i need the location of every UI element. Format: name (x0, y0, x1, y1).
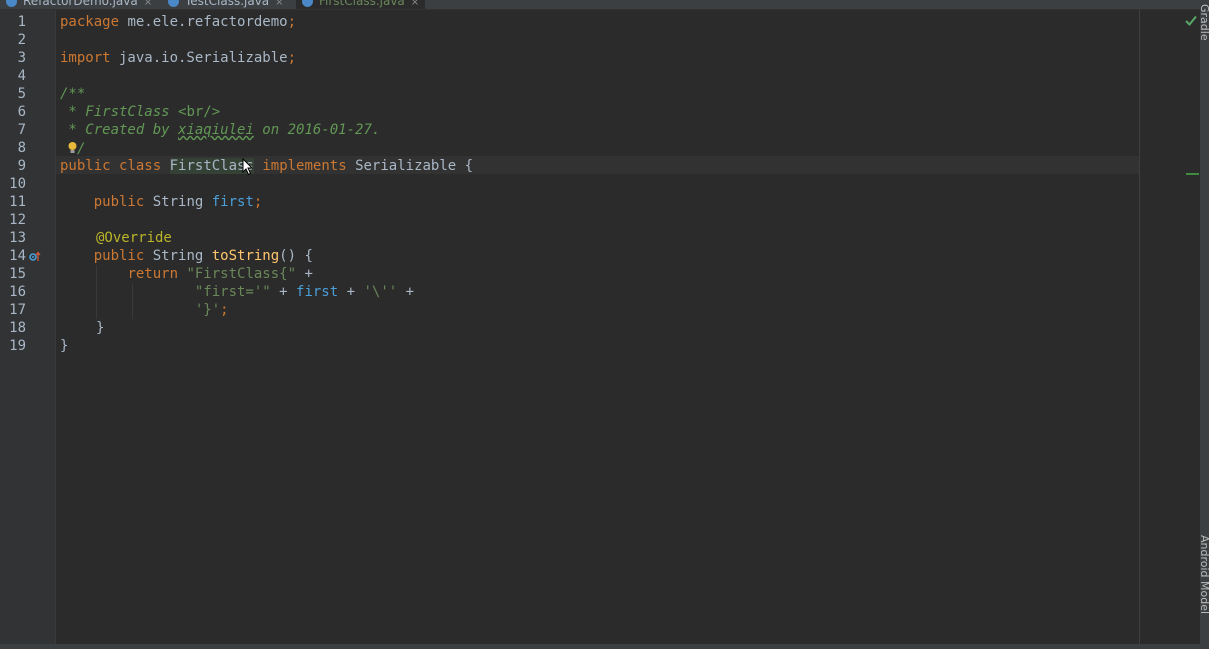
override-method-icon[interactable] (28, 250, 42, 264)
keyword: return (127, 266, 179, 282)
close-icon[interactable]: × (144, 0, 152, 8)
string-literal: "first='" (194, 284, 271, 300)
brace: { (456, 158, 474, 174)
semicolon: ; (220, 302, 229, 318)
type-name: String (144, 194, 212, 210)
method-name: toString (211, 248, 280, 264)
java-class-icon (168, 0, 179, 7)
keyword: class (119, 158, 162, 174)
semicolon: ; (253, 194, 263, 210)
keyword: public (93, 194, 145, 210)
package-name: me.ele.refactordemo (119, 14, 288, 30)
operator: + (338, 284, 364, 300)
operator: + (296, 266, 313, 282)
line-number: 15 (9, 266, 26, 282)
bottom-scroll-edge (0, 644, 1209, 649)
code-line-16: "first='" + first + '\'' + (60, 283, 414, 301)
line-number: 16 (9, 284, 26, 300)
close-icon[interactable]: × (275, 0, 283, 8)
code-line-7: * Created by xiaqiulei on 2016-01-27. (60, 121, 380, 139)
semicolon: ; (287, 50, 297, 66)
line-number: 1 (17, 14, 26, 30)
interface-name: Serializable (355, 158, 457, 174)
keyword: public (93, 248, 145, 264)
code-line-11: public String first; (60, 193, 263, 211)
keyword: implements (262, 158, 347, 174)
line-number: 11 (9, 194, 26, 210)
line-number: 13 (9, 230, 26, 246)
field-name: first (296, 284, 339, 300)
line-number: 2 (17, 32, 26, 48)
import-name: java.io.Serializable (110, 50, 288, 66)
line-number: 12 (9, 212, 26, 228)
line-number: 5 (17, 86, 26, 102)
operator: + (397, 284, 415, 300)
code-line-1: package me.ele.refactordemo; (60, 13, 296, 31)
tab-firstclass[interactable]: FirstClass.java × (296, 0, 426, 9)
operator: + (270, 284, 297, 300)
mouse-cursor-icon (242, 158, 254, 176)
string-literal: "FirstClass{" (186, 266, 297, 282)
code-line-17: '}'; (60, 301, 229, 319)
code-line-5: /** (60, 86, 86, 102)
code-line-14: public String toString() { (60, 247, 313, 265)
java-class-icon (6, 0, 17, 7)
line-number: 10 (9, 176, 26, 192)
close-icon[interactable]: × (411, 0, 419, 8)
tool-window-android-model[interactable]: Android Model (1200, 535, 1209, 614)
code-line-13: @Override (96, 230, 172, 246)
code-editor[interactable]: package me.ele.refactordemo; import java… (56, 10, 1140, 644)
code-line-9: public class FirstClass implements Seria… (60, 157, 473, 175)
change-marker[interactable] (1186, 173, 1199, 175)
line-number: 19 (9, 338, 26, 354)
code-line-18: } (96, 320, 105, 336)
tab-label: FirstClass.java (319, 0, 405, 8)
line-number: 18 (9, 320, 26, 336)
code-line-3: import java.io.Serializable; (60, 49, 296, 67)
line-number: 14 (9, 248, 26, 264)
doc-comment: * FirstClass (60, 104, 179, 120)
line-number: 3 (17, 50, 26, 66)
right-tool-window-bar: Gradle Android Model (1200, 0, 1209, 649)
char-literal: '\'' (363, 284, 398, 300)
code-line-19: } (60, 338, 69, 354)
code-line-8: / (60, 139, 85, 157)
char-literal: '}' (194, 302, 221, 318)
method-params: () { (279, 248, 313, 264)
keyword: package (60, 14, 120, 30)
tab-label: TestClass.java (185, 0, 270, 8)
type-name: String (144, 248, 212, 264)
tab-testclass[interactable]: TestClass.java × (168, 0, 284, 9)
line-number: 4 (17, 68, 26, 84)
tool-window-gradle[interactable]: Gradle (1200, 4, 1209, 41)
doc-comment: on 2016-01-27. (253, 122, 381, 138)
editor-tab-bar: RefactorDemo.java × TestClass.java × First… (0, 0, 1200, 10)
line-number: 7 (17, 122, 26, 138)
code-line-6: * FirstClass <br/> (60, 103, 220, 121)
doc-comment: * Created by (60, 122, 179, 138)
line-number: 6 (17, 104, 26, 120)
doc-comment-end: / (77, 141, 86, 157)
java-class-icon (302, 0, 313, 7)
keyword: import (60, 50, 111, 66)
tab-refactordemo[interactable]: RefactorDemo.java × (6, 0, 152, 9)
line-number-gutter[interactable]: 1 2 3 4 5 6 7 8 9 10 11 12 13 14 15 16 1… (0, 10, 55, 644)
tab-label: RefactorDemo.java (23, 0, 138, 8)
error-stripe[interactable] (1140, 10, 1200, 644)
line-number: 9 (17, 158, 26, 174)
keyword: public (60, 158, 111, 174)
code-line-15: return "FirstClass{" + (60, 265, 313, 283)
semicolon: ; (287, 14, 297, 30)
line-number: 17 (9, 302, 26, 318)
field-name: first (211, 194, 254, 210)
checkmark-icon[interactable] (1185, 15, 1197, 26)
doc-tag: <br/> (178, 104, 221, 120)
author-name: xiaqiulei (178, 122, 254, 138)
line-number: 8 (17, 140, 26, 156)
